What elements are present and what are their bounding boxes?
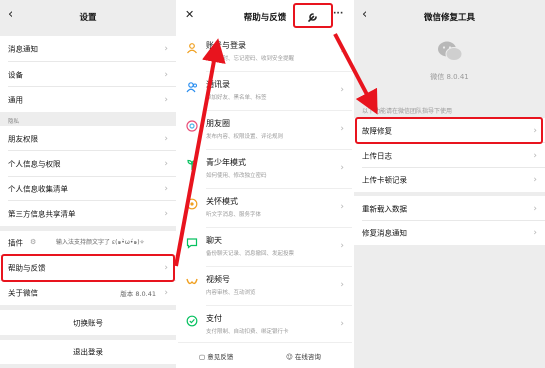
help-item-care-mode[interactable]: 关怀模式 听文字消息、服务字体 › <box>178 189 352 228</box>
settings-item-info-collection[interactable]: 个人信息收集清单 › <box>0 177 176 201</box>
repair-hint: 以下功能请在微信团队指导下使用 <box>362 108 453 115</box>
repair-item-reload-data[interactable]: 重新载入数据 › <box>354 196 545 221</box>
switch-account-button[interactable]: 切换账号 <box>0 310 176 335</box>
help-item-contacts[interactable]: 通讯录 添加好友、黑名单、标签 › <box>178 72 352 111</box>
page-title: 微信修复工具 <box>423 13 475 23</box>
chevron-right-icon: › <box>340 241 344 251</box>
settings-item-general[interactable]: 通用 › <box>0 87 176 112</box>
repair-panel: ‹ 微信修复工具 微信 8.0.41 以下功能请在微信团队指导下使用 故障修复 … <box>354 0 545 368</box>
repair-topbar: ‹ 微信修复工具 <box>354 0 545 34</box>
chevron-right-icon: › <box>164 263 168 273</box>
care-icon <box>186 198 198 210</box>
repair-item-fix-notifications[interactable]: 修复消息通知 › <box>354 221 545 245</box>
help-bottom-bar: ▢ 意见反馈 ☺ 在线咨询 <box>178 342 352 368</box>
chevron-right-icon: › <box>533 203 537 214</box>
chevron-right-icon: › <box>164 184 168 194</box>
chevron-right-icon: › <box>340 163 344 173</box>
help-item-account[interactable]: 账号与登录 账号解封、忘记密码、收到安全提醒 › <box>178 33 352 72</box>
person-icon <box>187 43 197 54</box>
chat-bubble-icon: ☺ <box>286 353 295 361</box>
chevron-right-icon: › <box>340 85 344 95</box>
chevron-right-icon: › <box>533 228 537 238</box>
help-topbar: ✕ 帮助与反馈 ··· <box>178 0 352 34</box>
help-panel: ✕ 帮助与反馈 ··· 账号与登录 账号解封、忘记密码、收到安全提醒 › 通讯录… <box>178 0 352 368</box>
help-item-moments[interactable]: 朋友圈 发布内容、权限设置、评论规则 › <box>178 111 352 150</box>
settings-item-plugins[interactable]: 插件 ⚙ 输入法支持颜文字了 ε(๑•̀ω•́๑)✧ <box>0 231 176 255</box>
settings-item-devices[interactable]: 设备 › <box>0 62 176 87</box>
version-text: 微信 8.0.41 <box>430 73 469 81</box>
settings-topbar: ‹ 设置 <box>0 0 176 34</box>
moments-icon <box>186 120 198 132</box>
settings-panel: ‹ 设置 消息通知 › 设备 › 通用 › 隐私 朋友权限 › 个人信息与权限 … <box>0 0 176 368</box>
settings-item-notifications[interactable]: 消息通知 › <box>0 36 176 62</box>
settings-item-personal-info[interactable]: 个人信息与权限 › <box>0 151 176 177</box>
repair-item-upload-log[interactable]: 上传日志 › <box>354 143 545 168</box>
chat-icon <box>186 238 198 249</box>
chevron-right-icon: › <box>340 319 344 329</box>
wrench-icon[interactable] <box>307 11 319 23</box>
help-item-channels[interactable]: 视频号 内容审核、互动浏览 › <box>178 267 352 306</box>
contacts-icon <box>186 82 197 93</box>
page-title: 帮助与反馈 <box>243 13 287 23</box>
chevron-right-icon: › <box>340 46 344 56</box>
chevron-right-icon: › <box>164 94 168 105</box>
chevron-right-icon: › <box>164 133 168 144</box>
pay-icon <box>186 315 198 327</box>
wechat-logo-icon <box>438 41 463 61</box>
chevron-right-icon: › <box>533 150 537 161</box>
help-item-teen-mode[interactable]: 青少年模式 如何使用、修改独立密码 › <box>178 150 352 189</box>
consult-button[interactable]: ☺ 在线咨询 <box>286 351 321 361</box>
gear-icon: ⚙ <box>30 238 37 246</box>
privacy-section-label: 隐私 <box>8 119 20 125</box>
chevron-right-icon: › <box>164 69 168 80</box>
repair-item-upload-lag[interactable]: 上传卡顿记录 › <box>354 168 545 192</box>
more-icon[interactable]: ··· <box>333 9 343 19</box>
chevron-right-icon: › <box>164 208 168 219</box>
settings-item-about[interactable]: 关于微信 版本 8.0.41 › <box>0 281 176 305</box>
version-label: 版本 8.0.41 <box>120 290 156 298</box>
settings-item-third-party-sharing[interactable]: 第三方信息共享清单 › <box>0 201 176 226</box>
chevron-right-icon: › <box>340 202 344 212</box>
settings-item-friend-permissions[interactable]: 朋友权限 › <box>0 126 176 151</box>
page-title: 设置 <box>79 13 97 23</box>
chevron-right-icon: › <box>164 159 168 169</box>
plugins-hint: 输入法支持颜文字了 ε(๑•̀ω•́๑)✧ <box>56 239 145 246</box>
sprout-icon <box>187 159 197 170</box>
help-item-chat[interactable]: 聊天 备份聊天记录、消息撤回、发起投票 › <box>178 228 352 267</box>
repair-item-fault-repair[interactable]: 故障修复 › <box>354 118 545 143</box>
feedback-button[interactable]: ▢ 意见反馈 <box>199 351 233 361</box>
channels-icon <box>186 278 198 285</box>
chevron-right-icon: › <box>340 124 344 134</box>
feedback-icon: ▢ <box>199 353 208 361</box>
chevron-right-icon: › <box>164 44 168 54</box>
chevron-right-icon: › <box>533 175 537 185</box>
chevron-right-icon: › <box>533 125 537 136</box>
help-item-pay[interactable]: 支付 支付限制、自动扣费、绑定银行卡 › <box>178 306 352 345</box>
chevron-right-icon: › <box>340 280 344 290</box>
logout-button[interactable]: 退出登录 <box>0 340 176 364</box>
settings-item-help-feedback[interactable]: 帮助与反馈 › <box>0 256 176 280</box>
chevron-right-icon: › <box>164 288 168 298</box>
